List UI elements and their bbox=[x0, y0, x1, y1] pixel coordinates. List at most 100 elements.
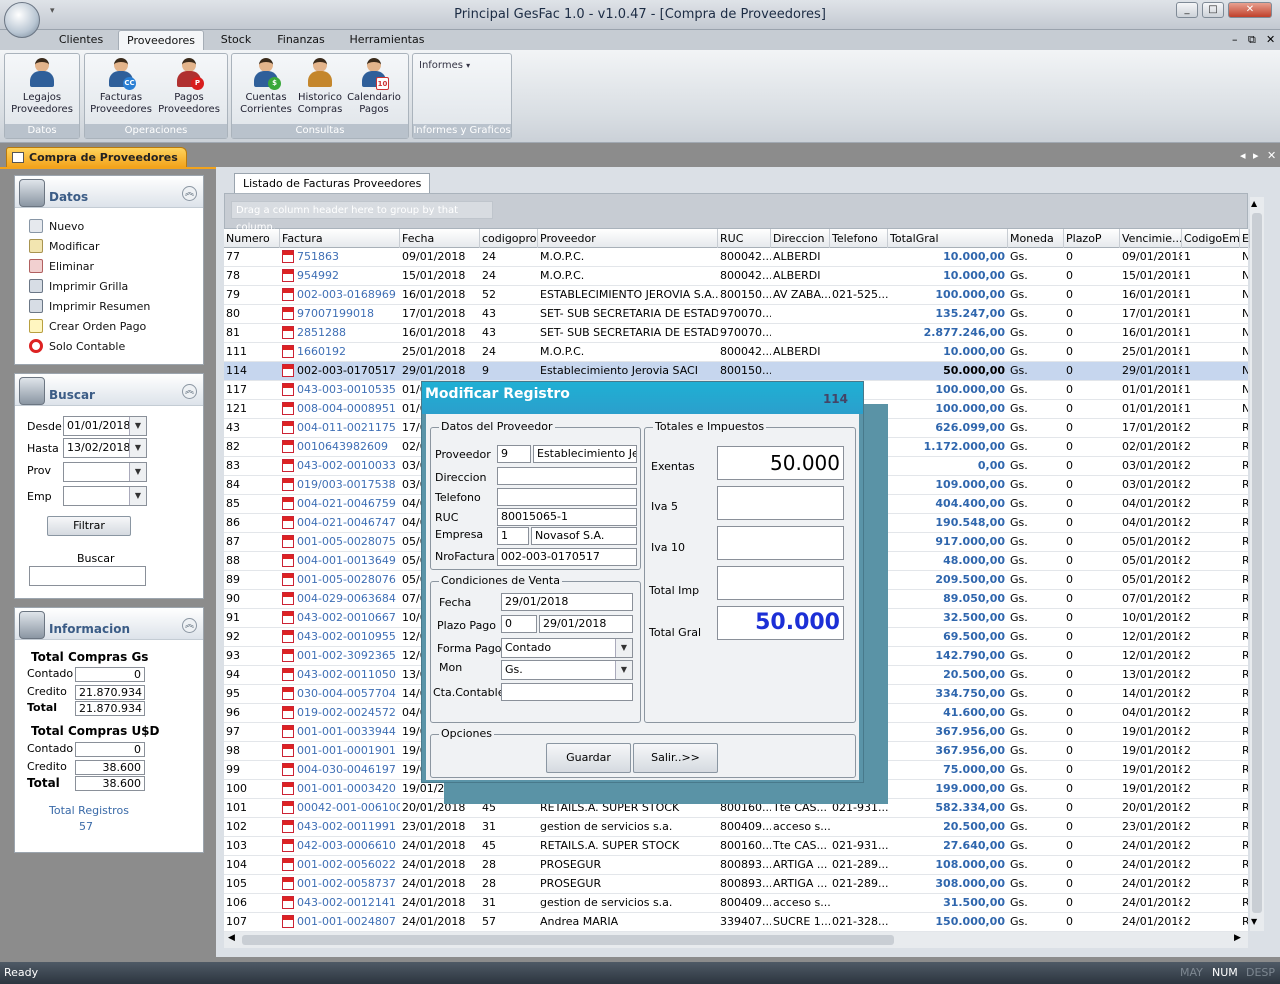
factura-link[interactable]: 043-003-0010535 bbox=[297, 383, 396, 396]
factura-link[interactable]: 00042-001-0061001 bbox=[297, 801, 400, 814]
scroll-right-icon[interactable]: ▶ bbox=[1234, 933, 1241, 943]
factura-link[interactable]: 2851288 bbox=[297, 326, 346, 339]
scroll-right-icon[interactable]: ▸ bbox=[1253, 149, 1259, 162]
scroll-thumb[interactable] bbox=[1252, 213, 1262, 913]
hasta-date-picker[interactable]: 13/02/2018 ▼ bbox=[63, 438, 147, 458]
column-header[interactable]: Numero bbox=[224, 229, 280, 248]
task-imprimir-grilla[interactable]: Imprimir Grilla bbox=[29, 278, 128, 296]
tab-herramientas[interactable]: Herramientas bbox=[344, 30, 430, 50]
scroll-thumb[interactable] bbox=[242, 935, 894, 945]
table-row[interactable]: 79 002-003-0168969 16/01/2018 52 ESTABLECIMI… bbox=[224, 286, 1248, 305]
factura-link[interactable]: 001-005-0028076 bbox=[297, 573, 396, 586]
factura-link[interactable]: 002-003-0168969 bbox=[297, 288, 396, 301]
calendario-pagos-button[interactable]: 10 Calendario Pagos bbox=[340, 56, 408, 122]
tab-proveedores[interactable]: Proveedores bbox=[118, 30, 204, 50]
scroll-left-icon[interactable]: ◀ bbox=[228, 933, 235, 943]
proveedor-code-input[interactable]: 9 bbox=[497, 445, 531, 463]
mdi-restore-button[interactable]: ⧉ bbox=[1248, 33, 1256, 47]
quick-access-dropdown-icon[interactable]: ▾ bbox=[50, 6, 55, 16]
horizontal-scrollbar[interactable]: ◀ ▶ bbox=[224, 932, 1248, 948]
factura-link[interactable]: 001-005-0028075 bbox=[297, 535, 396, 548]
mdi-minimize-button[interactable]: – bbox=[1232, 33, 1238, 46]
facturas-proveedores-button[interactable]: CC Facturas Proveedores bbox=[87, 56, 155, 122]
task-imprimir-resumen[interactable]: Imprimir Resumen bbox=[29, 298, 150, 316]
factura-link[interactable]: 043-002-0010667 bbox=[297, 611, 396, 624]
iva5-input[interactable] bbox=[717, 486, 844, 520]
empresa-name-input[interactable]: Novasof S.A. bbox=[531, 527, 637, 545]
column-header[interactable]: Moneda bbox=[1008, 229, 1064, 248]
tab-finanzas[interactable]: Finanzas bbox=[270, 30, 332, 50]
table-row[interactable]: 103 042-003-0006610 24/01/2018 45 RETAILS.A.… bbox=[224, 837, 1248, 856]
table-row[interactable]: 78 954992 15/01/2018 24 M.O.P.C. 800042... ALB… bbox=[224, 267, 1248, 286]
column-header[interactable]: Direccion bbox=[771, 229, 830, 248]
factura-link[interactable]: 030-004-0057704 bbox=[297, 687, 396, 700]
telefono-input[interactable] bbox=[497, 488, 637, 506]
column-header[interactable]: RUC bbox=[718, 229, 771, 248]
factura-link[interactable]: 001-001-0001901 bbox=[297, 744, 396, 757]
iva10-input[interactable] bbox=[717, 526, 844, 560]
collapse-icon[interactable]: ︽ bbox=[182, 384, 197, 399]
column-header[interactable]: PlazoP bbox=[1064, 229, 1120, 248]
task-solo-contable[interactable]: Solo Contable bbox=[29, 338, 125, 356]
emp-select[interactable]: ▼ bbox=[63, 486, 147, 506]
nrofactura-input[interactable]: 002-003-0170517 bbox=[497, 548, 637, 566]
table-row[interactable]: 106 043-002-0012141 24/01/2018 31 gestion de… bbox=[224, 894, 1248, 913]
factura-link[interactable]: 019/003-0017538 bbox=[297, 478, 396, 491]
ruc-input[interactable]: 80015065-1 bbox=[497, 508, 637, 526]
maximize-button[interactable]: □ bbox=[1202, 2, 1224, 18]
close-button[interactable]: ✕ bbox=[1228, 2, 1272, 18]
app-menu-orb-icon[interactable] bbox=[4, 2, 40, 38]
task-eliminar[interactable]: Eliminar bbox=[29, 258, 94, 276]
factura-link[interactable]: 004-001-0013649 bbox=[297, 554, 396, 567]
desde-date-picker[interactable]: 01/01/2018 ▼ bbox=[63, 416, 147, 436]
column-header[interactable]: TotalGral bbox=[888, 229, 1008, 248]
moneda-select[interactable]: Gs. ▼ bbox=[501, 660, 633, 680]
factura-link[interactable]: 008-004-0008951 bbox=[297, 402, 396, 415]
tab-listado-facturas[interactable]: Listado de Facturas Proveedores bbox=[234, 173, 431, 193]
table-row[interactable]: 80 97007199018 17/01/2018 43 SET- SUB SECRET… bbox=[224, 305, 1248, 324]
factura-link[interactable]: 004-029-0063684 bbox=[297, 592, 396, 605]
column-header[interactable]: Fecha bbox=[400, 229, 480, 248]
factura-link[interactable]: 004-030-0046197 bbox=[297, 763, 396, 776]
plazo-pago-input[interactable]: 0 bbox=[501, 615, 537, 633]
scroll-left-icon[interactable]: ◂ bbox=[1240, 149, 1246, 162]
factura-link[interactable]: 751863 bbox=[297, 250, 339, 263]
pagos-proveedores-button[interactable]: P Pagos Proveedores bbox=[155, 56, 223, 122]
direccion-input[interactable] bbox=[497, 467, 637, 485]
table-row[interactable]: 111 1660192 25/01/2018 24 M.O.P.C. 800042... A… bbox=[224, 343, 1248, 362]
fecha-input[interactable]: 29/01/2018 bbox=[501, 593, 633, 611]
factura-link[interactable]: 001-002-3092365 bbox=[297, 649, 396, 662]
guardar-button[interactable]: Guardar bbox=[546, 743, 631, 773]
legajos-proveedores-button[interactable]: Legajos Proveedores bbox=[8, 56, 76, 122]
factura-link[interactable]: 002-003-0170517 bbox=[297, 364, 396, 377]
column-header[interactable]: E bbox=[1240, 229, 1250, 248]
factura-link[interactable]: 004-021-0046747 bbox=[297, 516, 396, 529]
column-header[interactable]: CodigoEmp bbox=[1182, 229, 1240, 248]
task-modificar[interactable]: Modificar bbox=[29, 238, 100, 256]
tab-stock[interactable]: Stock bbox=[212, 30, 260, 50]
column-header[interactable]: codigopro bbox=[480, 229, 538, 248]
column-header[interactable]: Proveedor bbox=[538, 229, 718, 248]
table-row[interactable]: 104 001-002-0056022 24/01/2018 28 PROSEGUR 80… bbox=[224, 856, 1248, 875]
scroll-down-icon[interactable]: ▼ bbox=[1251, 917, 1257, 926]
minimize-button[interactable]: _ bbox=[1176, 2, 1198, 18]
factura-link[interactable]: 001-001-0033944 bbox=[297, 725, 396, 738]
factura-link[interactable]: 001-001-0024807 bbox=[297, 915, 396, 928]
table-row[interactable]: 105 001-002-0058737 24/01/2018 28 PROSEGUR 80… bbox=[224, 875, 1248, 894]
table-row[interactable]: 107 001-001-0024807 24/01/2018 57 Andrea MAR… bbox=[224, 913, 1248, 932]
doc-tab-compra-proveedores[interactable]: Compra de Proveedores bbox=[6, 147, 187, 167]
factura-link[interactable]: 043-002-0010955 bbox=[297, 630, 396, 643]
buscar-input[interactable] bbox=[29, 566, 146, 586]
vertical-scrollbar[interactable]: ▲ ▼ bbox=[1250, 197, 1264, 931]
factura-link[interactable]: 1660192 bbox=[297, 345, 346, 358]
collapse-icon[interactable]: ︽ bbox=[182, 186, 197, 201]
plazo-fecha-input[interactable]: 29/01/2018 bbox=[539, 615, 633, 633]
column-header[interactable]: Factura bbox=[280, 229, 400, 248]
factura-link[interactable]: 019-002-0024572 bbox=[297, 706, 396, 719]
factura-link[interactable]: 97007199018 bbox=[297, 307, 374, 320]
factura-link[interactable]: 043-002-0012141 bbox=[297, 896, 396, 909]
collapse-icon[interactable]: ︽ bbox=[182, 618, 197, 633]
table-row[interactable]: 114 002-003-0170517 29/01/2018 9 Establecimi… bbox=[224, 362, 1248, 381]
table-row[interactable]: 81 2851288 16/01/2018 43 SET- SUB SECRETARIA… bbox=[224, 324, 1248, 343]
empresa-code-input[interactable]: 1 bbox=[497, 527, 529, 545]
